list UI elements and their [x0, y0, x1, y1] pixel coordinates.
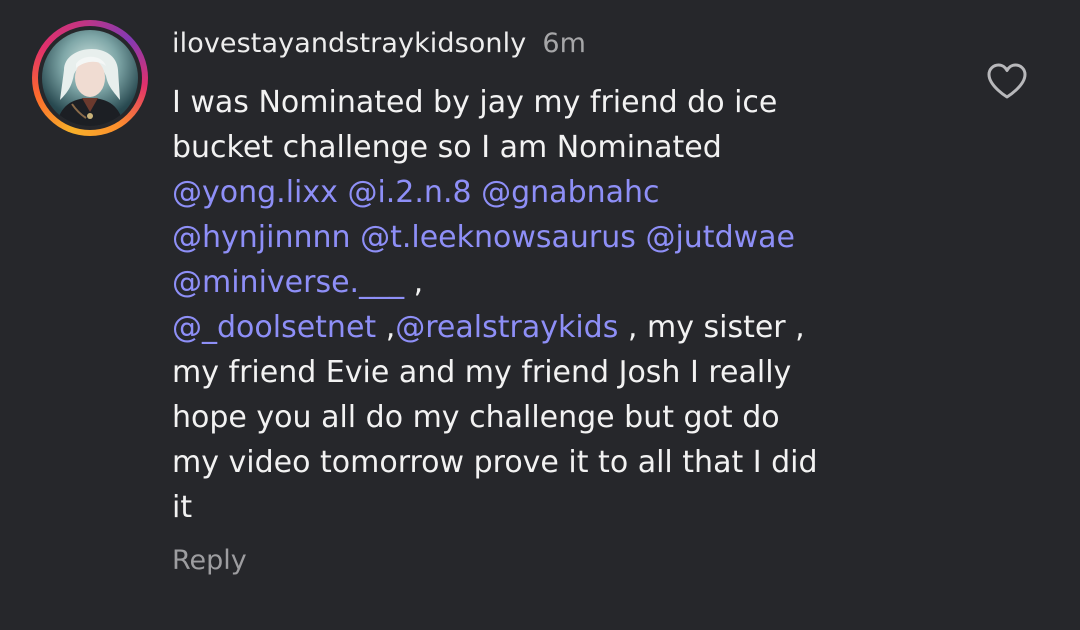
comment-line: @miniverse.___ ,	[172, 260, 917, 305]
mention-link[interactable]: @_doolsetnet	[172, 310, 376, 345]
comment-line: it	[172, 485, 917, 530]
comment-line: @_doolsetnet ,@realstraykids , my sister…	[172, 305, 917, 350]
mention-link[interactable]: @gnabnahc	[481, 175, 659, 210]
comment-text-segment: I was Nominated by jay my friend do ice	[172, 85, 778, 120]
username-link[interactable]: ilovestayandstraykidsonly	[172, 28, 526, 59]
comment-text: I was Nominated by jay my friend do ice b…	[172, 80, 917, 530]
comment-text-segment: bucket challenge so I am Nominated	[172, 130, 722, 165]
heart-outline-icon[interactable]	[986, 62, 1028, 100]
mention-link[interactable]: @hynjinnnn	[172, 220, 351, 255]
comment-line: @yong.lixx @i.2.n.8 @gnabnahc	[172, 170, 917, 215]
comment-text-segment: ,	[404, 265, 424, 300]
mention-link[interactable]: @i.2.n.8	[347, 175, 471, 210]
reply-button[interactable]: Reply	[172, 545, 247, 576]
comment-line: @hynjinnnn @t.leeknowsaurus @jutdwae	[172, 215, 917, 260]
comment-text-segment: my video tomorrow prove it to all that I…	[172, 445, 818, 480]
comment-text-segment: , my sister ,	[618, 310, 805, 345]
comment: ilovestayandstraykidsonly 6m I was Nomina…	[0, 0, 1080, 630]
avatar[interactable]	[42, 30, 138, 126]
comment-line: my video tomorrow prove it to all that I…	[172, 440, 917, 485]
comment-text-segment	[351, 220, 361, 255]
comment-text-segment: ,	[376, 310, 396, 345]
mention-link[interactable]: @jutdwae	[645, 220, 795, 255]
comment-line: my friend Evie and my friend Josh I real…	[172, 350, 917, 395]
mention-link[interactable]: @realstraykids	[395, 310, 618, 345]
comment-text-segment: it	[172, 490, 193, 525]
comment-header: ilovestayandstraykidsonly 6m	[172, 28, 586, 59]
comment-text-segment	[472, 175, 482, 210]
comment-line: I was Nominated by jay my friend do ice	[172, 80, 917, 125]
avatar-image	[56, 48, 124, 126]
mention-link[interactable]: @yong.lixx	[172, 175, 338, 210]
story-ring-avatar[interactable]	[32, 20, 148, 136]
comment-text-segment	[338, 175, 348, 210]
comment-line: bucket challenge so I am Nominated	[172, 125, 917, 170]
mention-link[interactable]: @miniverse.___	[172, 265, 404, 300]
comment-line: hope you all do my challenge but got do	[172, 395, 917, 440]
mention-link[interactable]: @t.leeknowsaurus	[360, 220, 636, 255]
comment-text-segment: hope you all do my challenge but got do	[172, 400, 780, 435]
comment-text-segment: my friend Evie and my friend Josh I real…	[172, 355, 792, 390]
timestamp: 6m	[542, 28, 587, 59]
